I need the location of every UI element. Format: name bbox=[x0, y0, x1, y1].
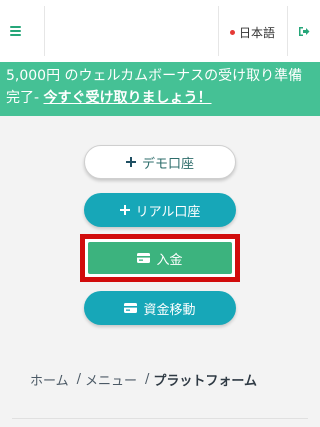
language-label: 日本語 bbox=[239, 25, 276, 40]
divider bbox=[44, 6, 45, 56]
hamburger-menu-icon[interactable] bbox=[10, 26, 21, 36]
divider bbox=[12, 418, 308, 419]
divider bbox=[218, 6, 219, 56]
breadcrumb: ホーム / メニュー / プラットフォーム bbox=[30, 370, 258, 389]
card-icon bbox=[137, 253, 151, 263]
deposit-label: 入金 bbox=[156, 252, 183, 268]
claim-bonus-link[interactable]: 今すぐ受け取りましょう！ bbox=[44, 90, 212, 106]
fund-transfer-label: 資金移動 bbox=[143, 302, 196, 318]
real-account-button[interactable]: リアル口座 bbox=[84, 193, 236, 227]
breadcrumb-separator: / bbox=[76, 371, 82, 387]
breadcrumb-menu[interactable]: メニュー bbox=[85, 370, 137, 389]
deposit-button[interactable]: 入金 bbox=[88, 242, 232, 274]
logout-icon[interactable] bbox=[298, 26, 310, 37]
plus-icon bbox=[119, 205, 130, 215]
language-selector[interactable]: 日本語 bbox=[230, 24, 275, 40]
breadcrumb-separator: / bbox=[145, 371, 150, 387]
demo-account-button[interactable]: デモ口座 bbox=[84, 145, 236, 179]
fund-transfer-button[interactable]: 資金移動 bbox=[84, 291, 236, 325]
demo-account-label: デモ口座 bbox=[141, 156, 194, 172]
breadcrumb-current: プラットフォーム bbox=[153, 373, 258, 389]
divider bbox=[287, 6, 288, 56]
welcome-bonus-banner: 5,000円 のウェルカムボーナスの受け取り準備完了- 今すぐ受け取りましょう！ bbox=[0, 62, 320, 116]
breadcrumb-home[interactable]: ホーム bbox=[30, 370, 69, 389]
real-account-label: リアル口座 bbox=[135, 204, 201, 220]
card-icon bbox=[124, 303, 138, 313]
plus-icon bbox=[125, 157, 136, 167]
japan-flag-icon bbox=[230, 29, 235, 35]
top-navigation-bar: 日本語 bbox=[0, 0, 320, 63]
